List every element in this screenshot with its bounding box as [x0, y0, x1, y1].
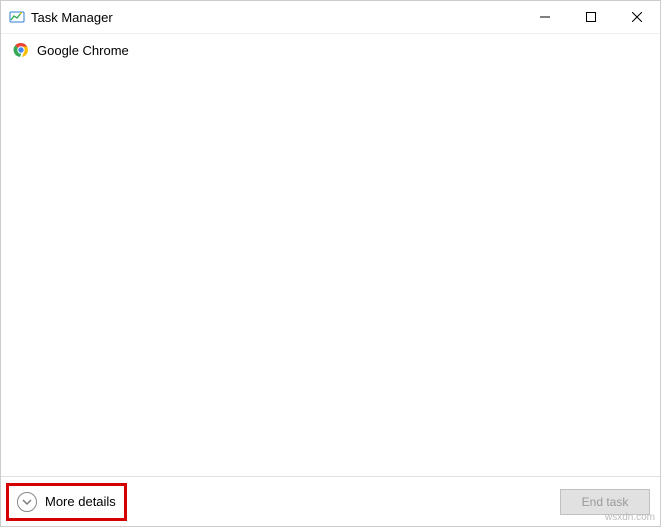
task-row[interactable]: Google Chrome — [9, 38, 652, 62]
maximize-button[interactable] — [568, 1, 614, 33]
titlebar: Task Manager — [1, 1, 660, 33]
more-details-button[interactable]: More details — [11, 488, 122, 516]
close-button[interactable] — [614, 1, 660, 33]
minimize-icon — [540, 12, 550, 22]
task-manager-window: Task Manager — [0, 0, 661, 527]
task-list: Google Chrome — [1, 33, 660, 476]
window-title: Task Manager — [31, 10, 113, 25]
chrome-icon — [13, 42, 29, 58]
close-icon — [632, 12, 642, 22]
footer: More details End task — [1, 476, 660, 526]
task-manager-icon — [9, 9, 25, 25]
maximize-icon — [586, 12, 596, 22]
task-label: Google Chrome — [37, 43, 129, 58]
minimize-button[interactable] — [522, 1, 568, 33]
end-task-button[interactable]: End task — [560, 489, 650, 515]
more-details-label: More details — [45, 494, 116, 509]
chevron-down-icon — [17, 492, 37, 512]
window-controls — [522, 1, 660, 33]
